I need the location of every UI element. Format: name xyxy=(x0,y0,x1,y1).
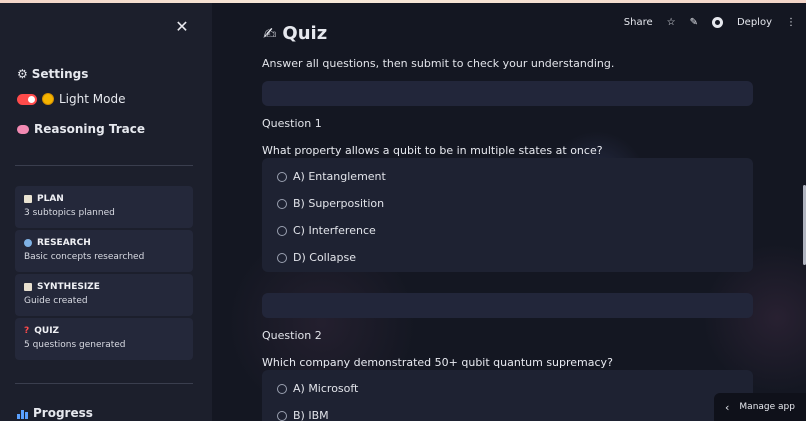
step-title: SYNTHESIZE xyxy=(37,282,100,292)
document-icon xyxy=(24,283,32,291)
clipboard-icon xyxy=(24,195,32,203)
reasoning-trace-heading: Reasoning Trace xyxy=(17,122,145,136)
github-icon[interactable] xyxy=(711,17,723,28)
sun-icon xyxy=(43,94,53,104)
step-subtitle: Guide created xyxy=(24,296,88,306)
answer-option[interactable]: B) Superposition xyxy=(277,197,384,210)
option-label: A) Entanglement xyxy=(293,170,386,183)
step-title: PLAN xyxy=(37,194,64,204)
question-separator xyxy=(262,293,753,318)
more-options-icon[interactable]: ⋮ xyxy=(786,17,796,28)
radio-button[interactable] xyxy=(277,252,287,263)
answer-option[interactable]: D) Collapse xyxy=(277,251,356,264)
step-card-synthesize: SYNTHESIZE Guide created xyxy=(15,274,193,316)
radio-button[interactable] xyxy=(277,410,287,421)
app-toolbar: Share ☆ ✎ Deploy ⋮ xyxy=(624,17,796,28)
answer-option[interactable]: A) Microsoft xyxy=(277,382,358,395)
close-icon: ✕ xyxy=(175,17,189,36)
settings-label: Settings xyxy=(31,67,89,81)
step-subtitle: Basic concepts researched xyxy=(24,252,145,262)
light-mode-toggle[interactable] xyxy=(17,93,37,105)
step-title: QUIZ xyxy=(34,326,60,336)
question-1-options: A) Entanglement B) Superposition C) Inte… xyxy=(262,158,753,272)
reasoning-trace-label: Reasoning Trace xyxy=(34,122,145,136)
manage-app-label: Manage app xyxy=(739,402,795,412)
step-subtitle: 3 subtopics planned xyxy=(24,208,115,218)
option-label: D) Collapse xyxy=(293,251,357,264)
chevron-left-icon: ‹ xyxy=(725,400,730,414)
radio-button[interactable] xyxy=(277,383,287,394)
option-label: C) Interference xyxy=(293,224,376,237)
question-2-options: A) Microsoft B) IBM xyxy=(262,370,753,421)
sidebar-divider xyxy=(15,383,193,384)
question-text: Which company demonstrated 50+ qubit qua… xyxy=(262,356,613,369)
step-card-quiz: ? QUIZ 5 questions generated xyxy=(15,318,193,360)
step-card-plan: PLAN 3 subtopics planned xyxy=(15,186,193,228)
question-separator xyxy=(262,81,753,106)
sidebar-divider xyxy=(15,165,193,166)
question-icon: ? xyxy=(24,326,30,336)
close-sidebar-button[interactable]: ✕ xyxy=(173,18,191,36)
progress-heading: Progress xyxy=(17,406,93,420)
main-content: Share ☆ ✎ Deploy ⋮ ✍ Quiz Answer all que… xyxy=(212,3,806,421)
radio-button[interactable] xyxy=(277,198,287,209)
answer-option[interactable]: B) IBM xyxy=(277,409,329,421)
light-mode-label: Light Mode xyxy=(59,92,126,106)
option-label: B) Superposition xyxy=(293,197,385,210)
magnifier-icon xyxy=(24,239,32,247)
share-button[interactable]: Share xyxy=(624,17,653,28)
radio-button[interactable] xyxy=(277,171,287,182)
page-title-text: Quiz xyxy=(282,23,328,44)
settings-heading: ⚙ Settings xyxy=(17,67,88,81)
deploy-button[interactable]: Deploy xyxy=(737,17,772,28)
option-label: A) Microsoft xyxy=(293,382,359,395)
question-heading: Question 1 xyxy=(262,117,322,130)
step-title: RESEARCH xyxy=(37,238,91,248)
radio-button[interactable] xyxy=(277,225,287,236)
answer-option[interactable]: A) Entanglement xyxy=(277,170,386,183)
manage-app-button[interactable]: ‹ Manage app xyxy=(714,393,806,421)
page-title: ✍ Quiz xyxy=(263,23,327,44)
gear-icon: ⚙ xyxy=(17,67,28,81)
brain-icon xyxy=(17,124,29,134)
answer-option[interactable]: C) Interference xyxy=(277,224,376,237)
sidebar: ✕ ⚙ Settings Light Mode Reasoning Trace … xyxy=(0,3,212,421)
pencil-icon[interactable]: ✎ xyxy=(690,17,698,28)
question-heading: Question 2 xyxy=(262,329,322,342)
progress-label: Progress xyxy=(33,406,93,420)
light-mode-toggle-row[interactable]: Light Mode xyxy=(17,92,125,106)
option-label: B) IBM xyxy=(293,409,329,421)
quiz-instructions: Answer all questions, then submit to che… xyxy=(262,57,615,70)
writing-hand-icon: ✍ xyxy=(263,24,277,43)
star-icon[interactable]: ☆ xyxy=(667,17,676,28)
step-card-research: RESEARCH Basic concepts researched xyxy=(15,230,193,272)
step-subtitle: 5 questions generated xyxy=(24,340,126,350)
question-text: What property allows a qubit to be in mu… xyxy=(262,144,603,157)
bar-chart-icon xyxy=(17,408,28,419)
